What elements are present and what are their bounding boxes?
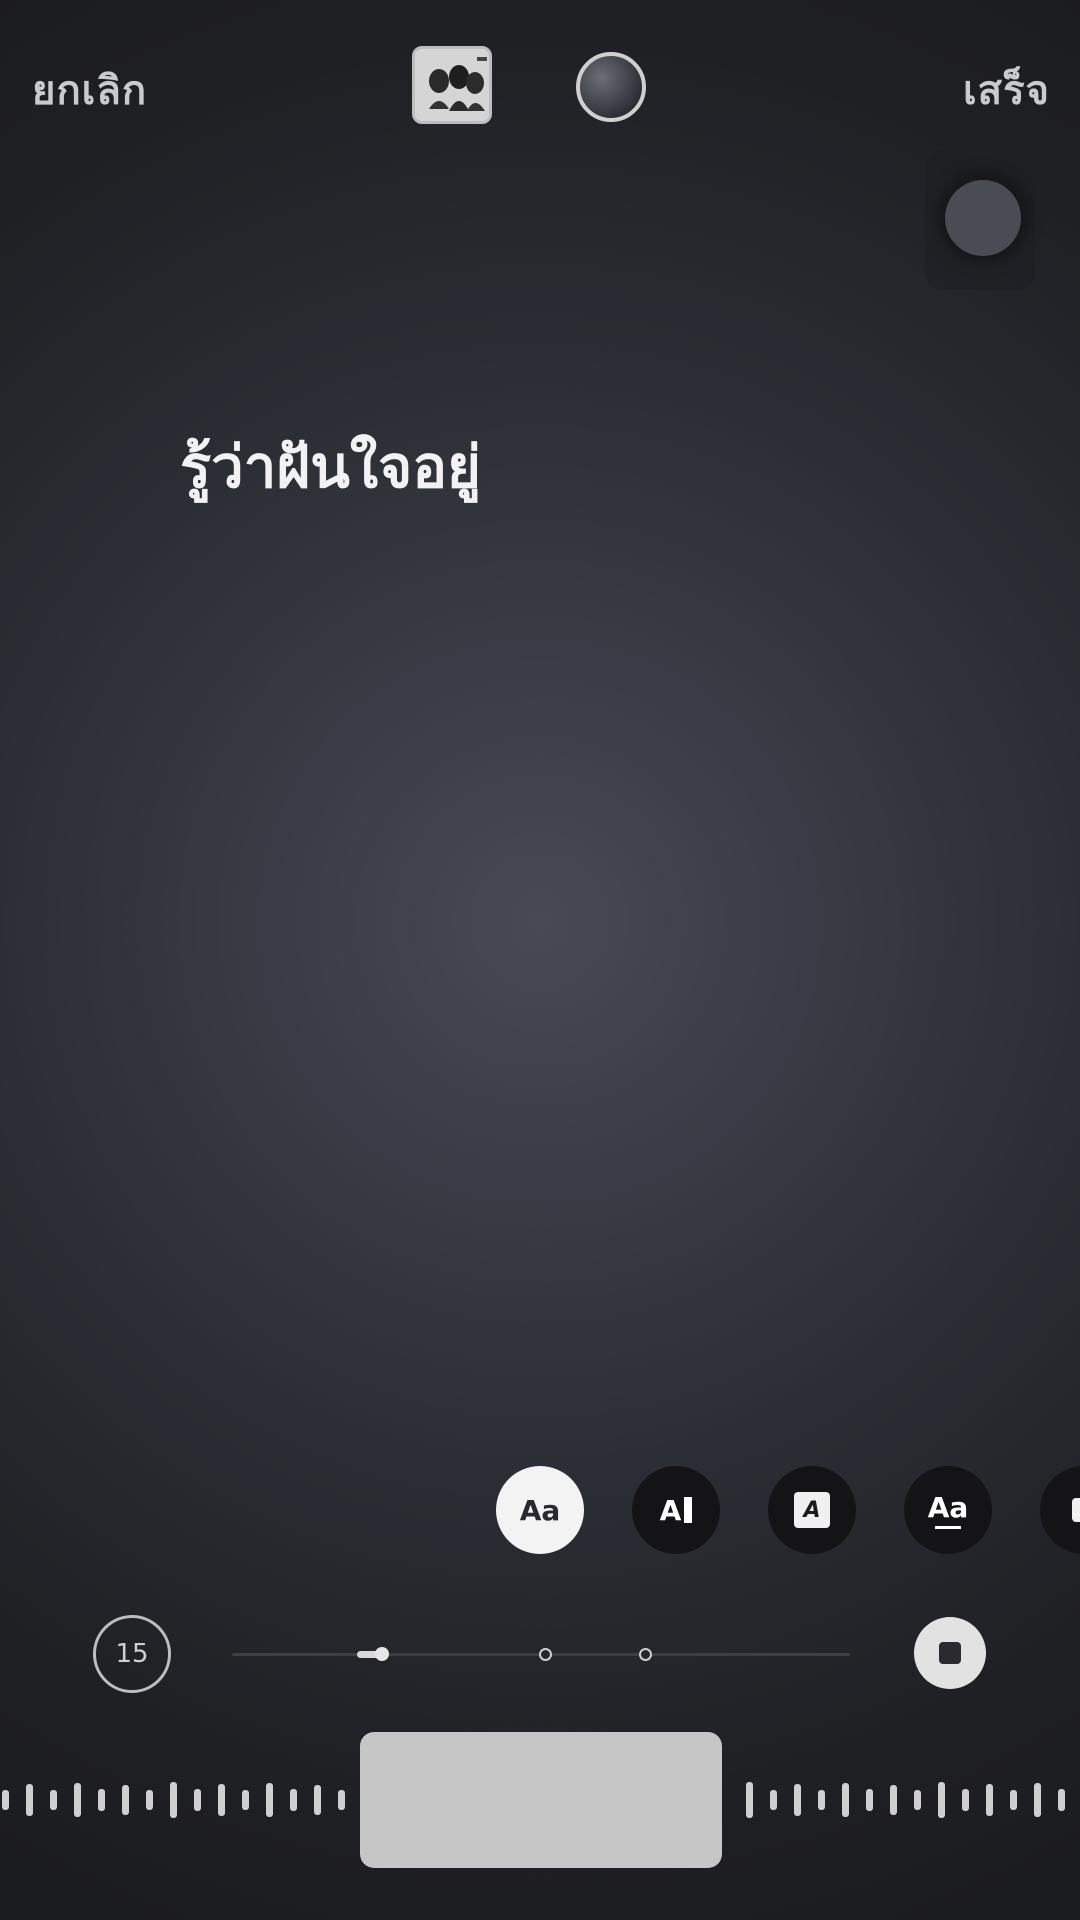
waveform-tick [74,1783,81,1817]
text-style-row: Aa A A Aa [0,1466,1080,1556]
waveform-tick [1058,1789,1065,1811]
text-style-more-icon[interactable] [1040,1466,1080,1554]
waveform-tick [242,1790,249,1810]
waveform-tick [26,1784,33,1816]
story-text[interactable]: รู้ว่าฝันใจอยู่ [180,420,481,513]
waveform-tick [938,1782,945,1818]
waveform-tick [914,1790,921,1810]
waveform-tick [746,1782,753,1818]
waveform-tick [266,1783,273,1817]
waveform-tick [50,1790,57,1810]
waveform-tick [314,1785,321,1815]
text-style-underline-label: Aa [927,1491,969,1524]
timeline-marker[interactable] [639,1648,652,1661]
waveform-tick [194,1789,201,1811]
waveform-tick [146,1790,153,1810]
stop-icon [939,1642,961,1664]
text-style-classic-icon[interactable]: Aa [496,1466,584,1554]
waveform-tick [122,1785,129,1815]
waveform-tick [842,1783,849,1817]
timeline-marker[interactable] [539,1648,552,1661]
waveform-tick [770,1790,777,1810]
waveform-tick [986,1784,993,1816]
text-style-underline-icon[interactable]: Aa [904,1466,992,1554]
waveform-tick [338,1790,345,1810]
duration-button[interactable]: 15 [93,1615,171,1693]
timer-row: 15 [0,1615,1080,1695]
text-style-classic-label: Aa [519,1493,561,1527]
stop-button[interactable] [914,1617,986,1689]
text-style-background-label: A [794,1492,830,1528]
color-picker-icon[interactable] [576,52,646,122]
cursor-bar-icon [684,1497,693,1523]
waveform-tick [2,1790,9,1810]
waveform-tick [890,1785,897,1815]
timeline-playhead[interactable] [375,1647,389,1661]
waveform-tick [962,1789,969,1811]
waveform-tick [170,1782,177,1818]
waveform-tick [290,1789,297,1811]
text-size-slider[interactable] [925,150,1035,290]
text-style-typewriter-label: A [659,1493,682,1527]
waveform-tick [1034,1783,1041,1817]
text-style-typewriter-icon[interactable]: A [632,1466,720,1554]
waveform-tick [818,1790,825,1810]
underline-glyph: Aa [927,1491,969,1529]
photo-sticker-icon[interactable] [412,46,492,124]
waveform-tick [794,1784,801,1816]
text-size-handle[interactable] [945,180,1021,256]
text-style-background-icon[interactable]: A [768,1466,856,1554]
waveform-tick [218,1784,225,1816]
waveform-tick [1010,1790,1017,1810]
cancel-button[interactable]: ยกเลิก [32,58,147,122]
waveform-tick [866,1789,873,1811]
more-style-glyph [1072,1498,1080,1522]
done-button[interactable]: เสร็จ [963,58,1050,122]
audio-clip-selector[interactable] [360,1732,722,1868]
waveform-tick [98,1789,105,1811]
top-bar: ยกเลิก เสร็จ [0,0,1080,170]
